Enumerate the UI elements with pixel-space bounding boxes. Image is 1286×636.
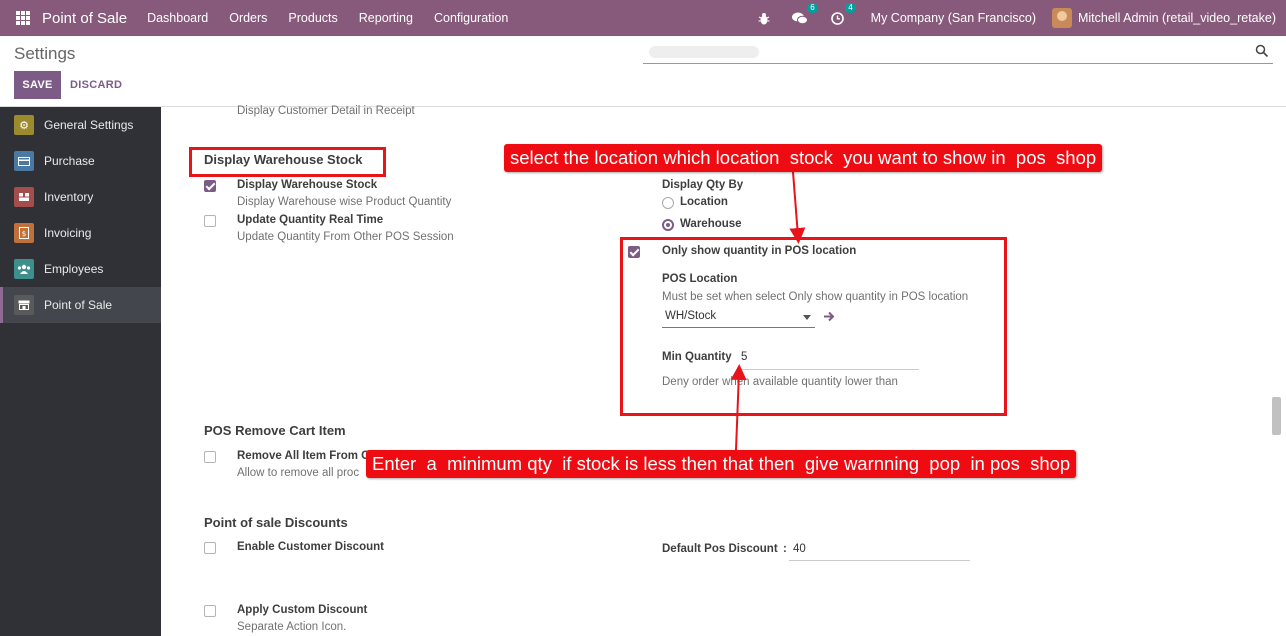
radio-warehouse-label: Warehouse (680, 218, 742, 230)
display-stock-label: Display Warehouse Stock (237, 179, 378, 191)
settings-sidebar: ⚙ General Settings Purchase Inventory $ … (0, 107, 161, 636)
radio-warehouse[interactable] (662, 219, 674, 231)
custom-discount-checkbox[interactable] (204, 605, 216, 617)
menu-products[interactable]: Products (288, 11, 337, 25)
chat-count-badge: 6 (807, 3, 818, 13)
sidebar-item-employees[interactable]: Employees (0, 251, 161, 287)
discard-button[interactable]: DISCARD (70, 71, 122, 99)
enable-discount-label: Enable Customer Discount (237, 541, 384, 553)
chat-icon[interactable]: 6 (791, 3, 818, 27)
svg-text:$: $ (22, 230, 26, 238)
search-icon[interactable] (1255, 44, 1269, 58)
search-blurred-text (649, 46, 759, 58)
custom-discount-description: Separate Action Icon. (237, 621, 347, 633)
display-stock-checkbox[interactable] (204, 180, 216, 192)
sidebar-item-label: Employees (44, 262, 104, 276)
boxes-icon (14, 187, 34, 207)
sidebar-item-purchase[interactable]: Purchase (0, 143, 161, 179)
enable-discount-checkbox[interactable] (204, 542, 216, 554)
sidebar-item-point-of-sale[interactable]: Point of Sale (0, 287, 161, 323)
highlight-box-section-title (189, 147, 386, 177)
sidebar-item-label: Point of Sale (44, 298, 113, 312)
discount-section-title: Point of sale Discounts (204, 515, 348, 530)
sidebar-item-label: General Settings (44, 118, 134, 132)
update-qty-label: Update Quantity Real Time (237, 214, 384, 226)
bug-icon[interactable] (755, 9, 773, 27)
remove-all-label: Remove All Item From C (237, 450, 370, 462)
page-title: Settings (14, 44, 76, 63)
custom-discount-label: Apply Custom Discount (237, 604, 368, 616)
remove-all-description: Allow to remove all proc (237, 467, 360, 479)
annotation-callout-min-qty: Enter a minimum qty if stock is less the… (366, 450, 1077, 478)
radio-location[interactable] (662, 197, 674, 209)
search-input[interactable] (643, 42, 1273, 64)
sidebar-item-invoicing[interactable]: $ Invoicing (0, 215, 161, 251)
default-discount-separator: : (783, 543, 787, 555)
sidebar-item-inventory[interactable]: Inventory (0, 179, 161, 215)
update-qty-checkbox[interactable] (204, 215, 216, 227)
gear-icon: ⚙ (14, 115, 34, 135)
avatar[interactable] (1051, 8, 1072, 28)
scrollbar-thumb[interactable] (1272, 397, 1281, 435)
default-discount-input[interactable]: 40 (793, 543, 806, 555)
top-navbar: Point of Sale Dashboard Orders Products … (0, 0, 1286, 36)
apps-menu-icon[interactable] (16, 11, 30, 25)
app-brand[interactable]: Point of Sale (42, 10, 127, 27)
menu-configuration[interactable]: Configuration (434, 11, 508, 25)
invoice-icon: $ (14, 223, 34, 243)
menu-reporting[interactable]: Reporting (359, 11, 413, 25)
sidebar-item-general-settings[interactable]: ⚙ General Settings (0, 107, 161, 143)
sidebar-item-label: Purchase (44, 154, 95, 168)
control-panel: Settings SAVE DISCARD (0, 36, 1286, 107)
update-qty-description: Update Quantity From Other POS Session (237, 231, 454, 243)
remove-all-checkbox[interactable] (204, 451, 216, 463)
sidebar-item-label: Inventory (44, 190, 94, 204)
user-menu[interactable]: Mitchell Admin (retail_video_retake) (1078, 11, 1276, 25)
remove-cart-section-title: POS Remove Cart Item (204, 423, 346, 438)
highlight-box-pos-location (620, 237, 1007, 416)
save-button[interactable]: SAVE (14, 71, 61, 99)
display-stock-description: Display Warehouse wise Product Quantity (237, 196, 452, 208)
display-qty-by-label: Display Qty By (662, 179, 744, 191)
activity-count-badge: 4 (845, 3, 856, 13)
navbar-systray: 6 4 My Company (San Francisco) Mitchell … (741, 0, 1276, 36)
menu-dashboard[interactable]: Dashboard (147, 11, 208, 25)
clock-icon[interactable]: 4 (829, 3, 856, 27)
default-discount-label: Default Pos Discount (662, 543, 778, 555)
annotation-callout-location: select the location which location stock… (504, 144, 1103, 172)
receipt-description: Display Customer Detail in Receipt (237, 105, 415, 117)
company-switcher[interactable]: My Company (San Francisco) (871, 11, 1036, 25)
sidebar-item-label: Invoicing (44, 226, 92, 240)
store-icon (14, 295, 34, 315)
radio-location-label: Location (680, 196, 728, 208)
credit-card-icon (14, 151, 34, 171)
menu-orders[interactable]: Orders (229, 11, 267, 25)
default-discount-underline (789, 560, 970, 561)
users-icon (14, 259, 34, 279)
